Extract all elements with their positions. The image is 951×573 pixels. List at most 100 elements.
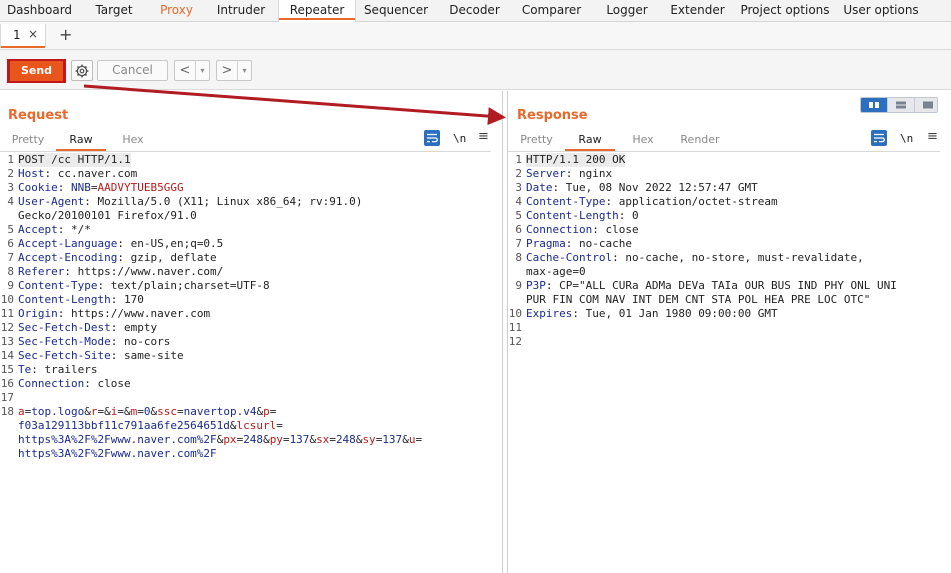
response-editor[interactable]: 1 HTTP/1.1 200 OK 2 Server: nginx 3 Date: Tue… bbox=[508, 153, 897, 349]
menu-icon[interactable]: ≡ bbox=[478, 129, 494, 145]
code-token: : application/octet-stream bbox=[605, 195, 778, 208]
code-token: Content-Length bbox=[18, 293, 111, 306]
code-token: : empty bbox=[110, 321, 158, 334]
cancel-button[interactable]: Cancel bbox=[97, 60, 168, 81]
tab-raw[interactable]: Raw bbox=[56, 131, 106, 151]
code-token: p bbox=[263, 405, 270, 418]
code-token: POST /cc HTTP/1.1 bbox=[18, 153, 131, 166]
line-number: 2 bbox=[515, 167, 522, 180]
code-line: 15 Te: trailers bbox=[0, 363, 422, 377]
tab-pretty[interactable]: Pretty bbox=[0, 131, 56, 151]
tab-project-options[interactable]: Project options bbox=[731, 0, 839, 22]
code-text: Cookie: NNB=AADVYTUEB5GGG bbox=[18, 181, 184, 195]
send-button[interactable]: Send bbox=[10, 61, 63, 81]
code-token: HTTP/1.1 200 OK bbox=[526, 153, 626, 166]
back-button[interactable]: < bbox=[175, 61, 195, 80]
code-text: f03a129113bbf11c791aa6fe2564651d&lcsurl= bbox=[18, 419, 283, 433]
settings-button[interactable] bbox=[71, 60, 93, 81]
line-number bbox=[508, 265, 526, 279]
code-token: = bbox=[137, 405, 144, 418]
request-editor[interactable]: 1 POST /cc HTTP/1.1 2 Host: cc.naver.com 3 Co… bbox=[0, 153, 422, 461]
code-text: HTTP/1.1 200 OK bbox=[526, 153, 626, 167]
code-text: Connection: close bbox=[526, 223, 639, 237]
tab-intruder[interactable]: Intruder bbox=[204, 0, 278, 22]
show-newlines-toggle[interactable]: \n bbox=[453, 132, 469, 148]
show-newlines-toggle[interactable]: \n bbox=[900, 132, 916, 148]
tab-hex[interactable]: Hex bbox=[615, 131, 671, 151]
add-tab-icon[interactable]: + bbox=[59, 25, 72, 44]
chevron-down-icon[interactable]: ▾ bbox=[195, 61, 209, 80]
code-token: & bbox=[263, 433, 270, 446]
code-token: sx bbox=[316, 433, 330, 446]
close-icon[interactable]: × bbox=[28, 27, 38, 41]
tab-repeater[interactable]: Repeater bbox=[278, 0, 356, 22]
code-token: : https://www.naver.com bbox=[57, 307, 211, 320]
code-line: 3 Date: Tue, 08 Nov 2022 12:57:47 GMT bbox=[508, 181, 897, 195]
line-number: 10 bbox=[508, 307, 522, 320]
code-line: https%3A%2F%2Fwww.naver.com%2F bbox=[0, 447, 422, 461]
code-token: = bbox=[415, 433, 423, 446]
tab-extender[interactable]: Extender bbox=[664, 0, 731, 22]
tab-decoder[interactable]: Decoder bbox=[436, 0, 513, 22]
tab-comparer[interactable]: Comparer bbox=[513, 0, 590, 22]
code-text: Sec-Fetch-Dest: empty bbox=[18, 321, 157, 335]
tab-dashboard[interactable]: Dashboard bbox=[0, 0, 79, 22]
line-number: 8 bbox=[7, 265, 14, 278]
line-number: 3 bbox=[515, 181, 522, 194]
code-token: = bbox=[282, 433, 290, 446]
code-token: : no-cache, no-store, must-revalidate, bbox=[612, 251, 864, 264]
forward-button[interactable]: > bbox=[217, 61, 237, 80]
code-text: Gecko/20100101 Firefox/91.0 bbox=[18, 209, 197, 223]
tab-proxy[interactable]: Proxy bbox=[149, 0, 204, 22]
code-line: 7 Pragma: no-cache bbox=[508, 237, 897, 251]
code-token: Host bbox=[18, 167, 45, 180]
code-token: ssc bbox=[157, 405, 177, 418]
code-token: = bbox=[176, 405, 184, 418]
tab-render[interactable]: Render bbox=[671, 131, 729, 151]
line-number: 14 bbox=[0, 349, 14, 362]
code-token: py bbox=[269, 433, 283, 446]
stacked-layout-icon[interactable] bbox=[887, 98, 914, 112]
word-wrap-icon[interactable] bbox=[424, 130, 440, 146]
line-number: 11 bbox=[508, 321, 522, 334]
code-line: 10 Expires: Tue, 01 Jan 1980 09:00:00 GMT bbox=[508, 307, 897, 321]
code-token: Gecko/20100101 Firefox/91.0 bbox=[18, 209, 197, 222]
tab-logger[interactable]: Logger bbox=[590, 0, 664, 22]
line-number: 7 bbox=[7, 251, 14, 264]
line-number: 15 bbox=[0, 363, 14, 376]
code-token: = bbox=[269, 405, 277, 418]
line-number bbox=[0, 419, 18, 433]
tab-hex[interactable]: Hex bbox=[106, 131, 160, 151]
line-number: 16 bbox=[0, 377, 14, 390]
code-token: sy bbox=[362, 433, 376, 446]
code-token: : cc.naver.com bbox=[44, 167, 138, 180]
chevron-down-icon[interactable]: ▾ bbox=[237, 61, 251, 80]
menu-icon[interactable]: ≡ bbox=[927, 129, 943, 145]
code-token: : bbox=[57, 181, 71, 194]
code-line: 13 Sec-Fetch-Mode: no-cors bbox=[0, 335, 422, 349]
side-by-side-layout-icon[interactable] bbox=[861, 98, 887, 112]
code-token: Sec-Fetch-Mode bbox=[18, 335, 111, 348]
tab-target[interactable]: Target bbox=[79, 0, 149, 22]
repeater-tab-1[interactable]: 1 × bbox=[0, 24, 46, 48]
code-line: 12 bbox=[508, 335, 897, 349]
code-token: : Tue, 08 Nov 2022 12:57:47 GMT bbox=[552, 181, 758, 194]
code-token: px bbox=[223, 433, 237, 446]
code-line: 16 Connection: close bbox=[0, 377, 422, 391]
tab-sequencer[interactable]: Sequencer bbox=[356, 0, 436, 22]
line-number: 12 bbox=[0, 321, 14, 334]
line-number: 3 bbox=[7, 181, 14, 194]
line-number: 10 bbox=[0, 293, 14, 306]
tab-user-options[interactable]: User options bbox=[839, 0, 923, 22]
code-token: Te bbox=[18, 363, 32, 376]
tab-pretty[interactable]: Pretty bbox=[508, 131, 565, 151]
tab-raw[interactable]: Raw bbox=[565, 131, 615, 151]
code-text: a=top.logo&r=&i=&m=0&ssc=navertop.v4&p= bbox=[18, 405, 276, 419]
word-wrap-icon[interactable] bbox=[871, 130, 887, 146]
code-line: 6 Accept-Language: en-US,en;q=0.5 bbox=[0, 237, 422, 251]
code-token: : Tue, 01 Jan 1980 09:00:00 GMT bbox=[572, 307, 778, 320]
repeater-tab-label: 1 bbox=[13, 28, 21, 42]
code-token: : text/plain;charset=UTF-8 bbox=[97, 279, 270, 292]
single-pane-layout-icon[interactable] bbox=[914, 98, 937, 112]
code-line: https%3A%2F%2Fwww.naver.com%2F&px=248&py… bbox=[0, 433, 422, 447]
